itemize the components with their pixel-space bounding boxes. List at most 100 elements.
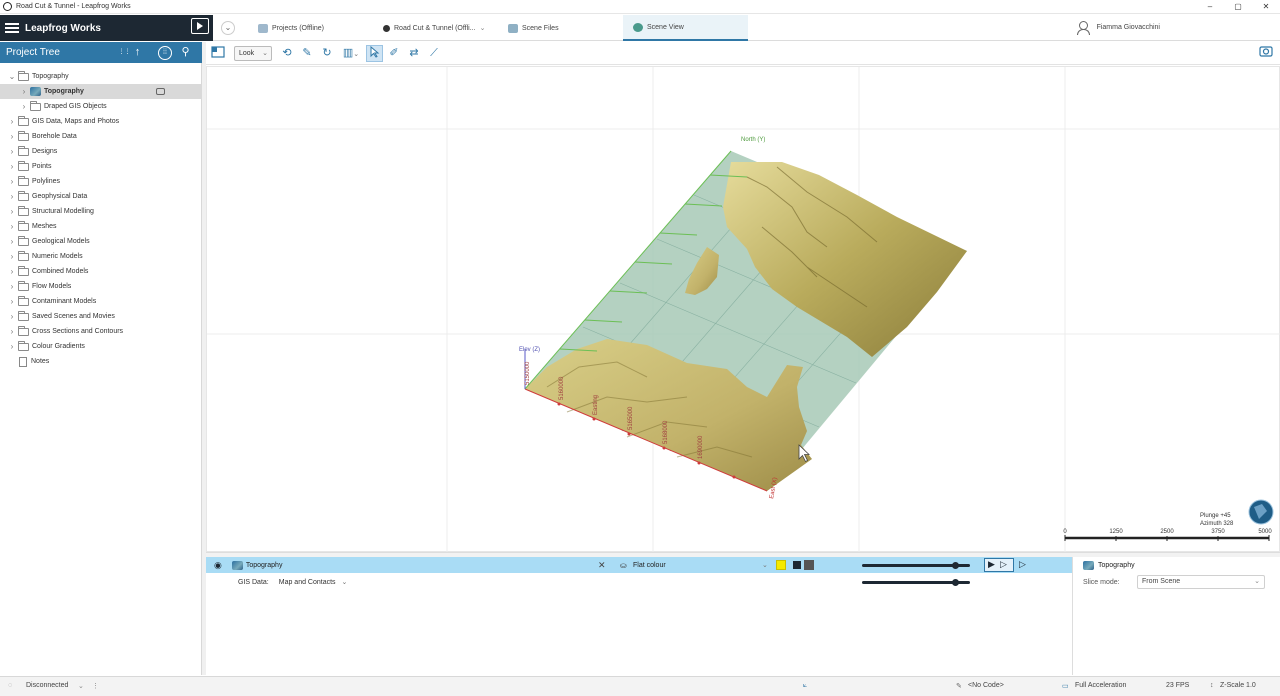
tree-item-topography-folder[interactable]: ⌄ Topography (0, 69, 202, 84)
refresh-icon[interactable]: ↻ (319, 45, 335, 62)
chevron-right-icon[interactable]: › (8, 267, 16, 276)
tree-item-combined-models[interactable]: › Combined Models (0, 264, 202, 279)
brand-bar: Leapfrog Works (0, 15, 213, 41)
shape-list-row[interactable]: ◉ Topography ✕ ⛀ Flat colour ⌄ ▶ ▷ ▷ (206, 557, 1072, 573)
more-icon[interactable]: ⋮ (92, 682, 99, 690)
tree-item-label: Topography (32, 73, 69, 80)
tree-item-meshes[interactable]: › Meshes (0, 219, 202, 234)
tree-item-polylines[interactable]: › Polylines (0, 174, 202, 189)
tree-item-designs[interactable]: › Designs (0, 144, 202, 159)
comment-icon[interactable] (156, 88, 165, 95)
chevron-right-icon[interactable]: › (8, 147, 16, 156)
tick-label: 1690000 (698, 435, 704, 459)
folder-icon (18, 220, 29, 231)
tab-scene-files[interactable]: Scene Files (508, 15, 618, 41)
tree-item-label: Meshes (32, 223, 57, 230)
tree-item-topography[interactable]: › Topography (0, 84, 202, 99)
tree-item-borehole[interactable]: › Borehole Data (0, 129, 202, 144)
pencil-icon[interactable]: ✎ (299, 45, 315, 62)
look-dropdown[interactable]: Look ⌄ (234, 46, 272, 61)
tree-item-geological-models[interactable]: › Geological Models (0, 234, 202, 249)
chevron-right-icon[interactable]: › (8, 117, 16, 126)
tabs-dropdown-button[interactable]: ⌄ (221, 21, 235, 35)
tab-scene-view[interactable]: Scene View (623, 15, 748, 41)
chevron-right-icon[interactable]: › (20, 87, 28, 96)
hamburger-menu-icon[interactable] (5, 21, 19, 36)
chevron-right-icon[interactable]: › (8, 282, 16, 291)
chevron-right-icon[interactable]: › (8, 342, 16, 351)
tree-item-gis-data[interactable]: › GIS Data, Maps and Photos (0, 114, 202, 129)
chevron-right-icon[interactable]: › (8, 192, 16, 201)
fps-readout: 23 FPS (1166, 682, 1190, 689)
step-icon[interactable]: ▷ (1000, 559, 1007, 570)
user-account[interactable]: Fiamma Giovacchini (1076, 21, 1160, 35)
slice-mode-select[interactable]: From Scene ⌄ (1137, 575, 1265, 589)
maximize-button[interactable]: ▢ (1224, 0, 1252, 14)
ruler-icon[interactable]: ⟋ (426, 45, 442, 62)
remove-icon[interactable]: ✕ (598, 560, 606, 571)
search-icon[interactable]: ⚲ (178, 45, 193, 60)
chevron-down-icon[interactable]: ⌄ (762, 561, 768, 569)
chevron-right-icon[interactable]: › (8, 252, 16, 261)
close-button[interactable]: ✕ (1252, 0, 1280, 14)
play-icon[interactable]: ▶ (988, 559, 995, 570)
play-icon[interactable] (191, 18, 209, 34)
scene-settings-icon[interactable] (210, 45, 226, 62)
arrow-up-icon[interactable]: ↑ (130, 45, 145, 60)
tree-item-structural[interactable]: › Structural Modelling (0, 204, 202, 219)
play-outline-icon[interactable]: ▷ (1019, 559, 1026, 570)
tab-project[interactable]: Road Cut & Tunnel (Offli... ⌄ (383, 15, 503, 41)
tree-item-numeric-models[interactable]: › Numeric Models (0, 249, 202, 264)
filter-icon[interactable]: ⁞⁞ (158, 46, 172, 60)
tree-item-label: Colour Gradients (32, 343, 85, 350)
visibility-eye-icon[interactable]: ◉ (214, 560, 222, 571)
dropdown-indicator-icon[interactable]: ⌄ (78, 682, 84, 690)
sync-icon[interactable]: ⇄ (406, 45, 422, 62)
minimize-button[interactable]: – (1196, 0, 1224, 14)
folder-icon (18, 265, 29, 276)
chevron-down-icon[interactable]: ⌄ (342, 578, 348, 586)
tree-item-draped-gis[interactable]: › Draped GIS Objects (0, 99, 202, 114)
chevron-right-icon[interactable]: › (8, 327, 16, 336)
gis-data-dropdown[interactable]: Map and Contacts (279, 579, 336, 586)
folder-icon (18, 235, 29, 246)
slicer-icon[interactable]: ▥⌄ (339, 45, 363, 62)
orientation-globe-icon[interactable] (1248, 499, 1274, 525)
folder-icon (18, 130, 29, 141)
chevron-right-icon[interactable]: › (20, 102, 28, 111)
tree-item-points[interactable]: › Points (0, 159, 202, 174)
zscale-readout[interactable]: Z-Scale 1.0 (1220, 682, 1256, 689)
tree-item-label: Polylines (32, 178, 61, 185)
gis-opacity-slider-knob[interactable] (952, 579, 959, 586)
draw-icon[interactable]: ✐ (386, 45, 402, 62)
opacity-slider-knob[interactable] (952, 562, 959, 569)
chevron-right-icon[interactable]: › (8, 237, 16, 246)
transparency-icon[interactable] (793, 561, 801, 569)
chevron-down-icon[interactable]: ⌄ (8, 72, 16, 81)
tree-item-geophysical[interactable]: › Geophysical Data (0, 189, 202, 204)
tree-item-cross-sections[interactable]: › Cross Sections and Contours (0, 324, 202, 339)
scene-view[interactable]: North (Y) Elev (Z) East (X) 5150000 5160… (206, 66, 1280, 553)
folder-icon (18, 310, 29, 321)
colour-mode-dropdown[interactable]: Flat colour (633, 562, 666, 569)
chevron-right-icon[interactable]: › (8, 132, 16, 141)
chevron-right-icon[interactable]: › (8, 297, 16, 306)
tree-item-colour-gradients[interactable]: › Colour Gradients (0, 339, 202, 354)
chevron-right-icon[interactable]: › (8, 207, 16, 216)
chevron-right-icon[interactable]: › (8, 162, 16, 171)
rotate-icon[interactable]: ⟲ (279, 45, 295, 62)
tab-label: Scene View (647, 23, 684, 31)
tree-item-contaminant-models[interactable]: › Contaminant Models (0, 294, 202, 309)
tree-item-saved-scenes[interactable]: › Saved Scenes and Movies (0, 309, 202, 324)
code-status[interactable]: <No Code> (968, 682, 1004, 689)
select-arrow-icon[interactable] (366, 45, 383, 62)
chevron-right-icon[interactable]: › (8, 177, 16, 186)
chevron-right-icon[interactable]: › (8, 312, 16, 321)
chevron-right-icon[interactable]: › (8, 222, 16, 231)
tab-projects[interactable]: Projects (Offline) (258, 15, 368, 41)
colour-swatch[interactable] (776, 560, 786, 570)
tree-item-notes[interactable]: Notes (0, 354, 202, 369)
shading-icon[interactable] (804, 560, 814, 570)
screenshot-icon[interactable] (1258, 45, 1274, 62)
tree-item-flow-models[interactable]: › Flow Models (0, 279, 202, 294)
